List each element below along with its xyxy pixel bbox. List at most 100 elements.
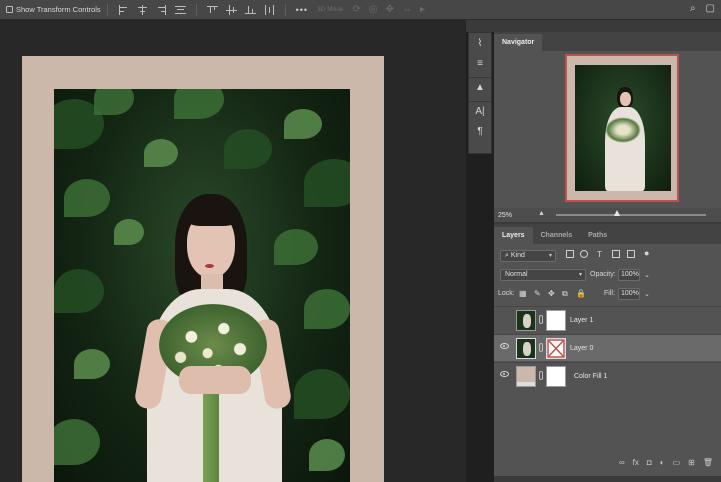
separator — [106, 3, 108, 16]
collapse-bar[interactable] — [466, 20, 494, 32]
lock-transparent-icon[interactable]: ▦ — [519, 289, 527, 298]
filter-adjustment-icon[interactable] — [580, 250, 588, 258]
document-frame — [22, 56, 384, 482]
show-transform-label: Show Transform Controls — [16, 5, 101, 14]
color-fill-thumbnail — [516, 366, 536, 387]
trash-icon[interactable]: 🗑 — [703, 458, 713, 467]
tab-navigator[interactable]: Navigator — [494, 34, 543, 51]
lock-artboard-icon[interactable]: ⧉ — [562, 289, 568, 299]
slide-3d-icon: ⇔ — [401, 4, 412, 15]
more-options-icon[interactable]: ••• — [296, 5, 308, 15]
layers-tabs: Layers Channels Paths — [494, 224, 721, 244]
search-icon[interactable]: ⌕ — [690, 3, 696, 14]
options-bar: Show Transform Controls ••• 3D Mode ⟳ ◎ … — [0, 0, 721, 20]
show-transform-checkbox[interactable] — [6, 6, 13, 13]
filter-shape-icon[interactable] — [612, 250, 620, 258]
blend-mode-select[interactable]: Normal ▾ — [500, 269, 586, 281]
fill-label: Fill: — [604, 290, 615, 297]
roll-3d-icon: ◎ — [368, 4, 378, 15]
color-fill-mask-thumbnail — [546, 366, 566, 387]
opacity-label: Opacity: — [590, 271, 616, 278]
distribute-icon[interactable] — [174, 5, 186, 15]
tab-paths[interactable]: Paths — [580, 227, 615, 244]
3d-mode-label: 3D Mode — [317, 6, 344, 13]
align-vertical-centers-icon[interactable] — [225, 4, 237, 15]
distribute-vertical-icon[interactable] — [264, 4, 275, 15]
align-horizontal-centers-icon[interactable] — [137, 4, 148, 15]
align-left-edges-icon[interactable] — [118, 4, 129, 15]
layers-footer: ∞ fx ◘ ◐ ▭ ⊞ 🗑 — [494, 454, 721, 470]
navigator-tabs: Navigator — [494, 32, 721, 51]
link-icon — [539, 371, 543, 380]
lock-label: Lock: — [498, 290, 515, 297]
brush-settings-icon[interactable]: ⌇ — [469, 33, 491, 53]
fx-icon[interactable]: fx — [633, 458, 639, 467]
align-top-edges-icon[interactable] — [206, 5, 218, 15]
layer-name[interactable]: Layer 1 — [570, 317, 593, 324]
layer-row[interactable]: Layer 0 — [494, 334, 721, 361]
character-icon[interactable]: A| — [469, 101, 491, 121]
document-canvas[interactable] — [0, 20, 466, 482]
eye-icon[interactable] — [500, 343, 509, 349]
group-icon[interactable]: ▭ — [673, 458, 681, 467]
filter-kind-value: Kind — [510, 252, 525, 259]
zoom-slider[interactable] — [556, 210, 706, 216]
link-icon — [539, 343, 543, 352]
navigator-preview — [575, 65, 671, 191]
opacity-field[interactable]: 100% — [618, 269, 640, 281]
zoom-slider-knob[interactable] — [614, 210, 620, 216]
adjustments-icon[interactable]: ≡ — [469, 53, 491, 73]
navigator-thumbnail[interactable] — [565, 54, 679, 202]
filter-type-icon[interactable]: T — [597, 250, 602, 259]
paragraph-icon[interactable]: ¶ — [469, 121, 491, 141]
eye-icon[interactable] — [500, 371, 509, 377]
layer-name[interactable]: Layer 0 — [570, 345, 593, 352]
zoom-out-icon[interactable]: ▲ — [538, 210, 545, 217]
orbit-3d-icon: ⟳ — [352, 4, 361, 15]
video-camera-icon: ▸ — [419, 4, 425, 15]
filter-kind-select[interactable]: ⌕ Kind ▾ — [500, 250, 556, 262]
filter-smart-object-icon[interactable] — [627, 250, 635, 258]
collapsed-panel-strip: ⌇ ≡ ▲ A| ¶ — [468, 32, 492, 154]
separator — [195, 3, 197, 16]
filter-toggle-icon[interactable]: ● — [644, 248, 649, 258]
link-icon[interactable]: ∞ — [619, 458, 625, 467]
woman-figure — [133, 194, 293, 482]
lock-all-icon[interactable]: 🔒 — [576, 289, 586, 298]
tab-layers[interactable]: Layers — [494, 227, 533, 244]
layer-name[interactable]: Color Fill 1 — [574, 373, 607, 380]
layer-row[interactable]: Color Fill 1 — [494, 362, 721, 389]
layer-0-thumbnail — [516, 338, 536, 359]
zoom-level[interactable]: 25% — [494, 212, 532, 219]
new-layer-icon[interactable]: ⊞ — [688, 458, 695, 467]
blend-row: Normal ▾ Opacity: 100% ⌄ — [494, 268, 721, 282]
lock-position-icon[interactable]: ✥ — [548, 289, 555, 298]
align-bottom-edges-icon[interactable] — [244, 5, 256, 15]
workspace-icon[interactable]: ▢ — [706, 3, 715, 14]
filter-row: ⌕ Kind ▾ T ● — [494, 248, 721, 264]
lock-image-icon[interactable]: ✎ — [534, 289, 541, 298]
layer-1-thumbnail — [516, 310, 536, 331]
link-icon — [539, 315, 543, 324]
opacity-chevron-icon[interactable]: ⌄ — [644, 271, 650, 279]
adjustment-layer-icon[interactable]: ◐ — [660, 458, 665, 467]
histogram-icon[interactable]: ▲ — [469, 77, 491, 97]
navigator-panel: Navigator 25% ▲ — [494, 32, 721, 222]
pan-3d-icon: ✥ — [385, 4, 394, 15]
layer-row[interactable]: Layer 1 — [494, 306, 721, 333]
top-right-tools: ⌕ ▢ — [690, 3, 715, 14]
filter-pixel-icon[interactable] — [566, 250, 574, 258]
separator — [284, 3, 286, 16]
lock-row: Lock: ▦ ✎ ✥ ⧉ 🔒 Fill: 100% ⌄ — [494, 287, 721, 301]
tab-channels[interactable]: Channels — [533, 227, 581, 244]
panel-bottom-edge — [494, 476, 721, 482]
layer-0-mask-thumbnail — [546, 338, 566, 359]
layer-1-mask-thumbnail — [546, 310, 566, 331]
fill-field[interactable]: 100% — [618, 288, 640, 300]
align-right-edges-icon[interactable] — [156, 4, 167, 15]
mask-icon[interactable]: ◘ — [647, 458, 652, 467]
layers-panel: Layers Channels Paths ⌕ Kind ▾ T ● Normal… — [494, 224, 721, 482]
navigator-zoom-bar: 25% ▲ — [494, 208, 721, 222]
portrait-photo — [54, 89, 350, 482]
fill-chevron-icon[interactable]: ⌄ — [644, 290, 650, 298]
